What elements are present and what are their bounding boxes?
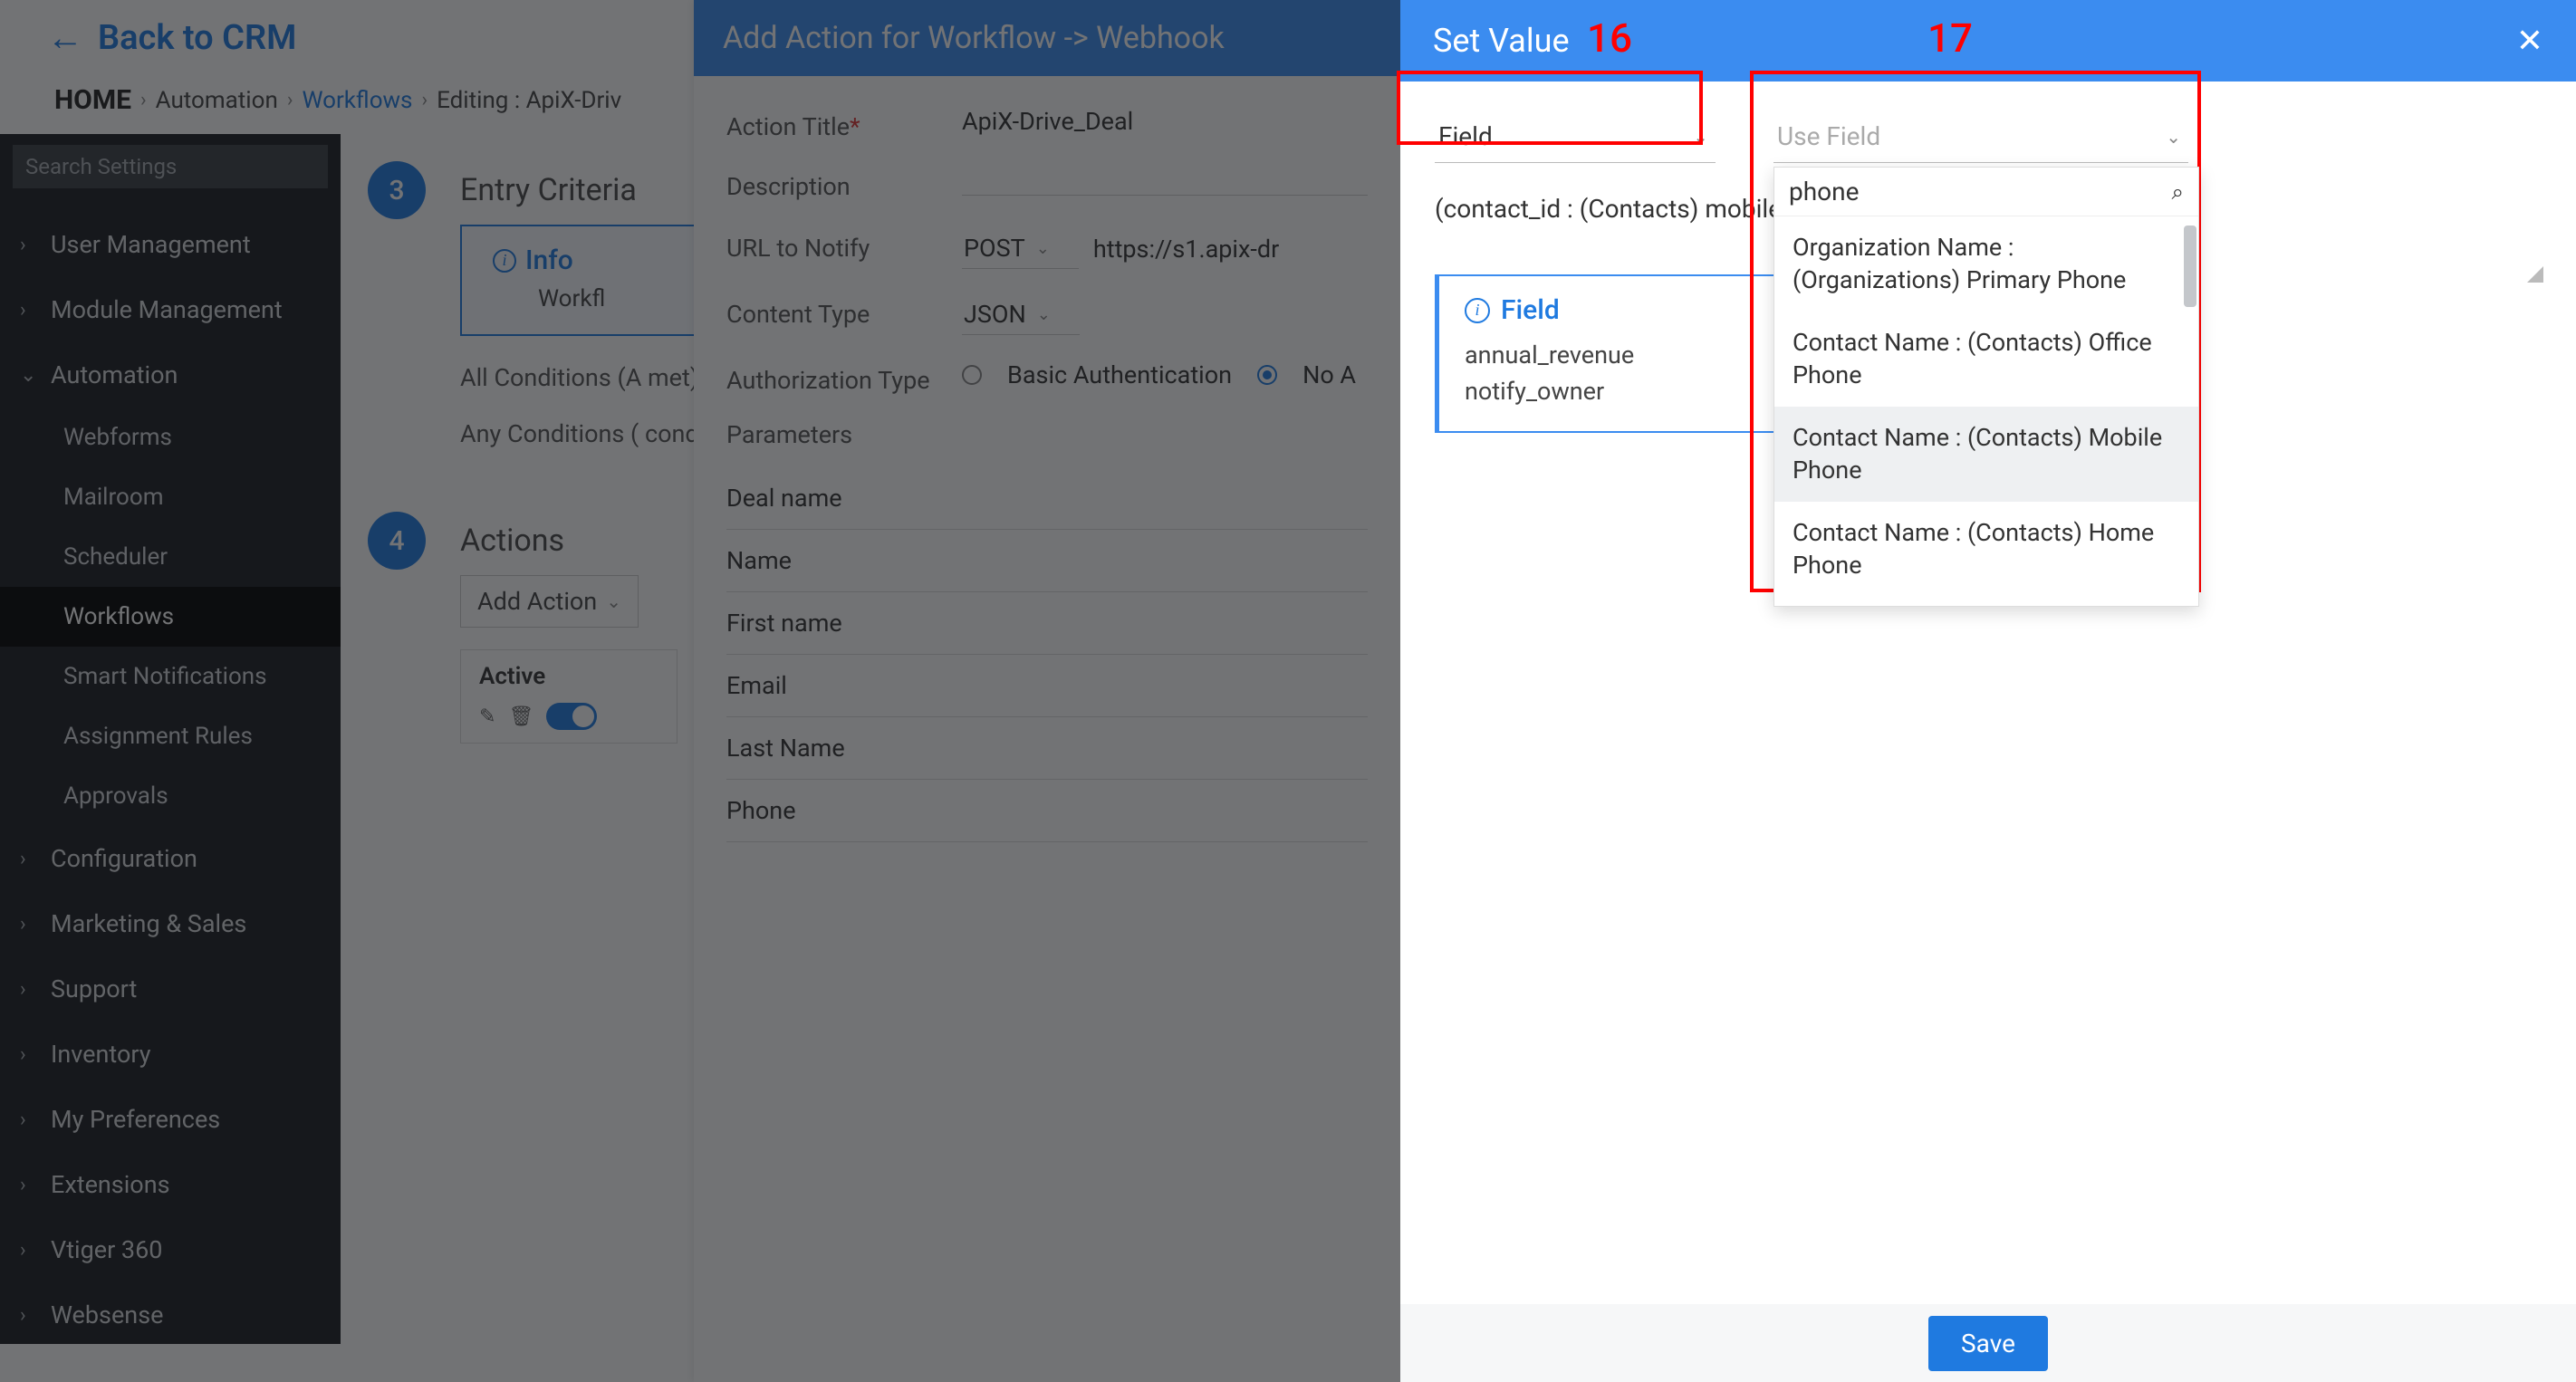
dropdown-option[interactable]: Contact Name : (Contacts) Home Phone xyxy=(1774,502,2198,597)
search-icon[interactable]: ⌕ xyxy=(2172,179,2184,205)
overlay-dim xyxy=(0,0,1400,1382)
field-dropdown[interactable]: Field ⌄ xyxy=(1435,112,1716,163)
resize-handle-icon[interactable] xyxy=(2527,266,2543,283)
field-dropdown-wrapper: Field ⌄ xyxy=(1435,112,1716,163)
close-icon[interactable]: ✕ xyxy=(2516,22,2543,60)
dropdown-option[interactable]: Organization Name : (Organizations) Prim… xyxy=(1774,216,2198,312)
info-line: notify_owner xyxy=(1465,373,1757,409)
chevron-down-icon: ⌄ xyxy=(1693,126,1708,148)
field-info-box: i Field annual_revenue notify_owner xyxy=(1435,274,1784,433)
set-value-title: Set Value xyxy=(1433,22,1570,60)
dropdown-option[interactable]: Contact Name : (Contacts) Mobile Phone xyxy=(1774,407,2198,502)
field-dropdown-value: Field xyxy=(1438,121,1493,151)
dropdown-option[interactable]: Assigned To : (Users) Home xyxy=(1774,597,2198,607)
set-value-modal: Set Value ✕ Field ⌄ Use Field ⌄ ⌕ xyxy=(1400,0,2576,1382)
modal-header: Set Value ✕ xyxy=(1400,0,2576,82)
use-field-dropdown-wrapper: Use Field ⌄ ⌕ Organization Name : (Organ… xyxy=(1773,112,2188,163)
scrollbar-thumb[interactable] xyxy=(2184,226,2196,307)
dropdown-search-input[interactable] xyxy=(1789,177,2172,206)
use-field-placeholder: Use Field xyxy=(1777,121,1880,151)
info-label: Field xyxy=(1501,294,1560,326)
info-icon: i xyxy=(1465,298,1490,323)
chevron-down-icon: ⌄ xyxy=(2166,126,2181,148)
use-field-dropdown[interactable]: Use Field ⌄ xyxy=(1773,112,2188,163)
save-button[interactable]: Save xyxy=(1928,1316,2048,1371)
use-field-panel: ⌕ Organization Name : (Organizations) Pr… xyxy=(1773,167,2199,607)
modal-footer: Save xyxy=(1400,1304,2576,1382)
dropdown-option[interactable]: Contact Name : (Contacts) Office Phone xyxy=(1774,312,2198,407)
info-line: annual_revenue xyxy=(1465,337,1757,373)
